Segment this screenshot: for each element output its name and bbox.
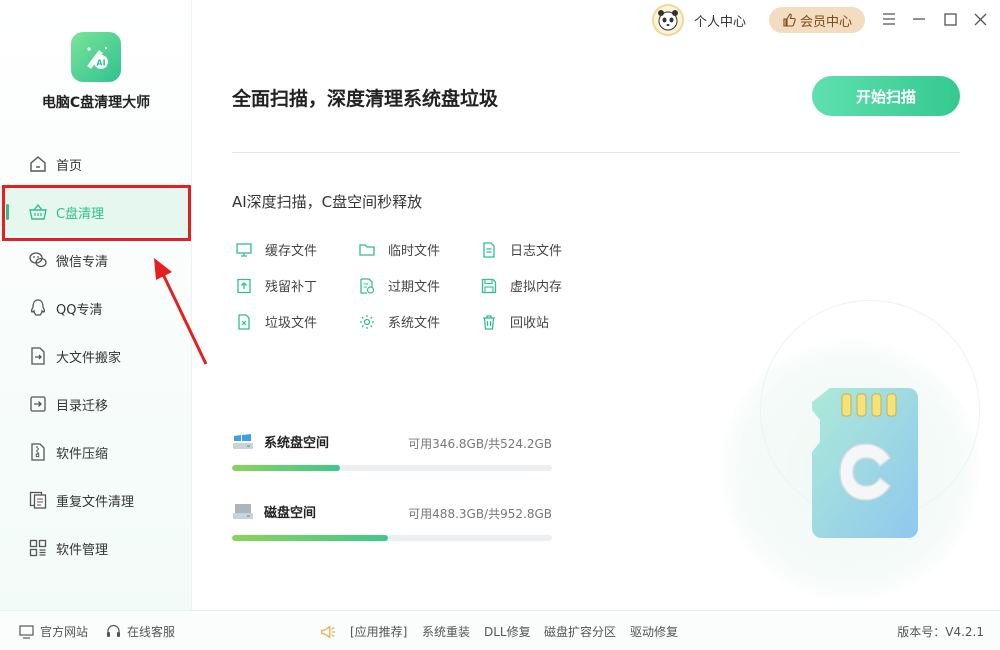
c-drive-card-icon [812, 388, 918, 538]
personal-center-link[interactable]: 个人中心 [694, 11, 746, 30]
sidebar-item-home[interactable]: 首页 [0, 140, 192, 188]
system-disk-label: 系统盘空间 [232, 432, 329, 451]
monitor-icon [235, 241, 253, 259]
monitor-icon [18, 624, 34, 640]
official-site-link[interactable]: 官方网站 [18, 623, 88, 640]
system-disk-progress [232, 465, 552, 471]
category-recycle-bin: 回收站 [480, 312, 549, 331]
category-temp-files: 临时文件 [358, 240, 440, 259]
sidebar-item-label: 重复文件清理 [56, 494, 135, 510]
wechat-icon [28, 250, 48, 270]
trash-icon [480, 313, 498, 331]
start-scan-button[interactable]: 开始扫描 [812, 76, 960, 116]
sidebar-item-duplicate[interactable]: 重复文件清理 [0, 476, 192, 524]
footer-link-system-reinstall[interactable]: 系统重装 [422, 623, 470, 640]
system-disk-progress-fill [232, 465, 341, 471]
annotation-highlight-box [2, 185, 191, 241]
broom-ai-icon: AI [87, 46, 108, 69]
sidebar-item-label: 大文件搬家 [56, 350, 122, 366]
disk-progress [232, 535, 552, 541]
divider [232, 152, 960, 153]
apps-icon [28, 538, 48, 558]
disk-progress-fill [232, 535, 388, 541]
gear-icon [358, 313, 376, 331]
folder-icon [358, 241, 376, 259]
app-recommend-label: [应用推荐] [350, 625, 408, 639]
disk-label: 磁盘空间 [232, 502, 316, 521]
category-residual-patches: 残留补丁 [235, 276, 317, 295]
qq-icon [28, 298, 48, 318]
vip-center-label: 会员中心 [799, 14, 852, 30]
headset-icon [105, 624, 121, 640]
folder-migrate-icon [28, 394, 48, 414]
category-label: 系统文件 [388, 316, 441, 331]
category-label: 回收站 [510, 316, 550, 331]
online-support-link[interactable]: 在线客服 [105, 623, 175, 640]
windows-drive-icon [233, 433, 253, 449]
official-site-label: 官方网站 [40, 625, 89, 639]
category-cache-files: 缓存文件 [235, 240, 317, 259]
sidebar-item-label: 微信专清 [56, 254, 109, 270]
category-system-files: 系统文件 [358, 312, 440, 331]
junk-file-icon [235, 313, 253, 331]
system-disk-name: 系统盘空间 [264, 436, 330, 451]
sidebar-item-label: 目录迁移 [56, 398, 109, 414]
disk-availability: 可用488.3GB/共952.8GB [408, 507, 552, 521]
annotation-arrow-icon [154, 258, 208, 365]
app-recommend[interactable]: [应用推荐] [320, 623, 407, 640]
sidebar-item-apps[interactable]: 软件管理 [0, 524, 192, 572]
sidebar-item-zip[interactable]: 软件压缩 [0, 428, 192, 476]
sidebar-item-label: 软件管理 [56, 542, 109, 558]
sidebar-item-label: 首页 [56, 158, 83, 174]
category-junk-files: 垃圾文件 [235, 312, 317, 331]
category-expired-files: 过期文件 [358, 276, 440, 295]
footer: 官方网站 在线客服 [应用推荐] 系统重装 DLL修复 磁盘扩容分区 驱动修复 … [0, 610, 1000, 650]
home-icon [28, 154, 48, 174]
hard-drive-icon [233, 503, 253, 519]
file-move-icon [28, 346, 48, 366]
menu-icon[interactable] [880, 10, 898, 28]
version-label: 版本号：V4.2.1 [897, 625, 984, 639]
sidebar-item-label: 软件压缩 [56, 446, 109, 462]
system-disk-availability: 可用346.8GB/共524.2GB [408, 437, 552, 451]
svg-text:AI: AI [96, 59, 105, 68]
category-label: 过期文件 [388, 280, 441, 295]
expired-file-icon [358, 277, 376, 295]
log-icon [480, 241, 498, 259]
category-label: 虚拟内存 [510, 280, 563, 295]
vip-center-button[interactable]: 会员中心 [769, 7, 865, 33]
category-label: 日志文件 [510, 244, 563, 259]
footer-link-disk-partition[interactable]: 磁盘扩容分区 [544, 623, 616, 640]
category-label: 垃圾文件 [265, 316, 318, 331]
app-logo: AI [71, 32, 121, 82]
category-virtual-memory: 虚拟内存 [480, 276, 562, 295]
maximize-icon[interactable] [941, 10, 959, 28]
category-label: 缓存文件 [265, 244, 318, 259]
app-title: 电脑C盘清理大师 [41, 95, 151, 111]
zip-icon [28, 442, 48, 462]
sidebar-item-label: QQ专清 [56, 302, 103, 318]
duplicate-icon [28, 490, 48, 510]
thumbs-up-icon [783, 13, 796, 27]
footer-link-dll-repair[interactable]: DLL修复 [484, 623, 531, 640]
close-icon[interactable] [971, 10, 989, 28]
minimize-icon[interactable] [910, 10, 928, 28]
megaphone-icon [320, 624, 336, 640]
footer-link-driver-repair[interactable]: 驱动修复 [630, 623, 678, 640]
page-headline: 全面扫描，深度清理系统盘垃圾 [232, 88, 499, 110]
category-log-files: 日志文件 [480, 240, 562, 259]
panda-avatar-icon [658, 10, 678, 31]
scan-subheading: AI深度扫描，C盘空间秒释放 [232, 193, 423, 211]
category-label: 残留补丁 [265, 280, 318, 295]
patch-icon [235, 277, 253, 295]
online-support-label: 在线客服 [127, 625, 176, 639]
disk-name: 磁盘空间 [264, 506, 317, 521]
avatar[interactable] [652, 4, 684, 36]
category-label: 临时文件 [388, 244, 441, 259]
save-icon [480, 277, 498, 295]
sidebar-item-folder-migrate[interactable]: 目录迁移 [0, 380, 192, 428]
